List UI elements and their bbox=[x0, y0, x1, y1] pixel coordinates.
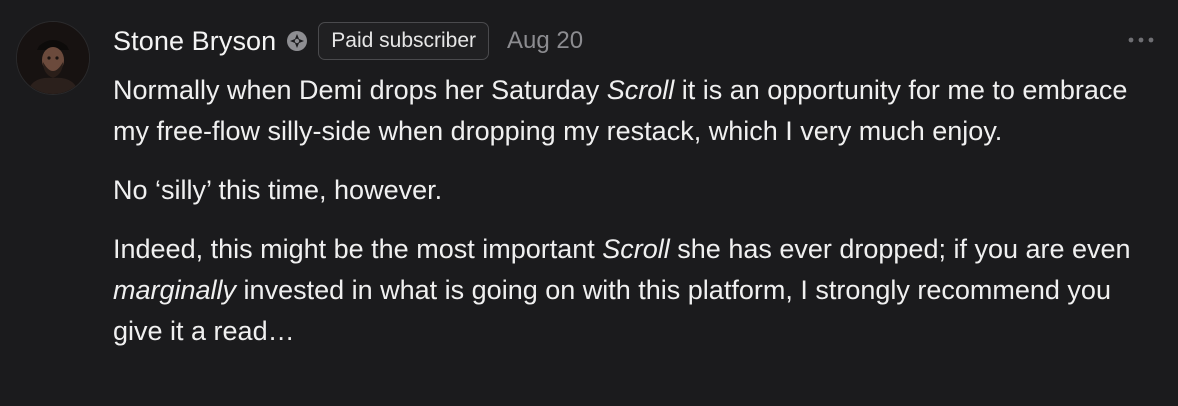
ellipsis-icon[interactable] bbox=[1126, 28, 1156, 52]
avatar-image bbox=[17, 22, 89, 94]
emphasis-text: marginally bbox=[113, 275, 237, 305]
comment-date[interactable]: Aug 20 bbox=[507, 27, 583, 55]
author-name[interactable]: Stone Bryson bbox=[113, 26, 276, 57]
paragraph-text: Normally when Demi drops her Saturday bbox=[113, 75, 607, 105]
paragraph-text: Indeed, this might be the most important bbox=[113, 234, 603, 264]
emphasis-text: Scroll bbox=[606, 75, 675, 105]
comment-header: Stone Bryson Paid subscriber Aug 20 bbox=[113, 18, 1163, 64]
paid-subscriber-badge: Paid subscriber bbox=[318, 22, 490, 60]
paragraph-text: No ‘silly’ this time, however. bbox=[113, 175, 443, 205]
avatar[interactable] bbox=[16, 21, 90, 95]
comment-content: Stone Bryson Paid subscriber Aug 20 Norm… bbox=[113, 18, 1163, 370]
comment-paragraph-2: No ‘silly’ this time, however. bbox=[113, 170, 1163, 211]
comment-paragraph-1: Normally when Demi drops her Saturday Sc… bbox=[113, 70, 1163, 152]
comment-paragraph-3: Indeed, this might be the most important… bbox=[113, 229, 1163, 352]
paragraph-text: invested in what is going on with this p… bbox=[113, 275, 1111, 346]
paragraph-text: she has ever dropped; if you are even bbox=[669, 234, 1131, 264]
comment-body: Normally when Demi drops her Saturday Sc… bbox=[113, 70, 1163, 352]
substack-badge-icon bbox=[286, 30, 308, 52]
emphasis-text: Scroll bbox=[602, 234, 670, 264]
